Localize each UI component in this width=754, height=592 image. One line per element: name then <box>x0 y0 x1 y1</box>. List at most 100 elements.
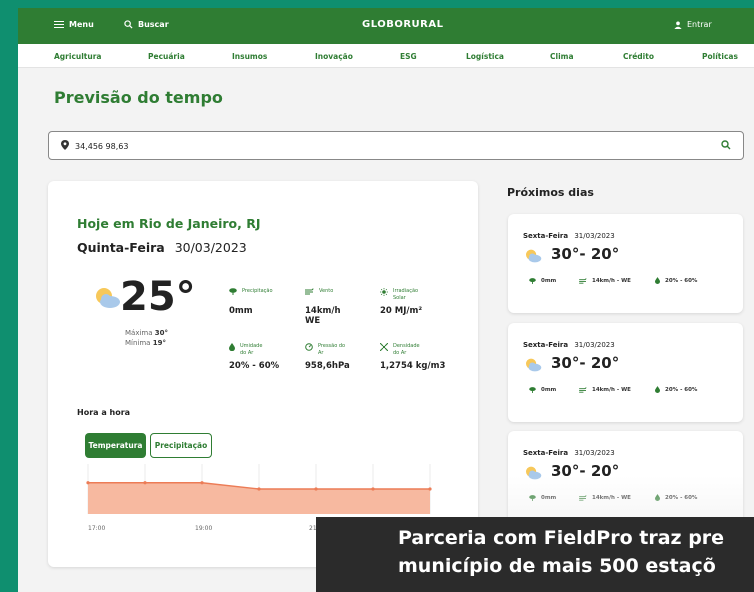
location-search <box>48 131 744 160</box>
wind-icon <box>305 288 314 295</box>
gauge-icon <box>305 343 313 351</box>
nav-item-clima[interactable]: Clima <box>550 52 574 61</box>
tab-precipitacao[interactable]: Precipitação <box>150 433 212 458</box>
drop-icon <box>655 386 660 393</box>
search-label: Buscar <box>138 20 169 29</box>
rain-cloud-icon <box>529 386 536 393</box>
location-pin-icon <box>61 140 69 150</box>
day-temp-range: 30°- 20° <box>551 462 620 480</box>
page-frame: Menu Buscar GLOBORURAL Entrar Agricultur… <box>18 8 754 592</box>
partly-cloudy-icon <box>96 288 120 308</box>
day-card[interactable]: Sexta-Feira 31/03/2023 30°- 20° 0mm 14km… <box>508 323 743 422</box>
metric-precipitation: Precipitação 0mm <box>229 288 309 316</box>
chart-point <box>314 487 318 491</box>
today-forecast-card: Hoje em Rio de Janeiro, RJ Quinta-Feira … <box>48 181 478 567</box>
search-icon <box>124 20 133 29</box>
metric-pressure: Pressão do Ar 958,6hPa <box>305 343 385 371</box>
partly-cloudy-icon <box>526 466 542 480</box>
current-temperature: 25° <box>120 274 196 320</box>
chart-x-tick-label: 17:00 <box>88 525 105 532</box>
sun-icon <box>380 288 388 296</box>
search-submit-icon[interactable] <box>721 140 731 150</box>
day-rain: 0mm <box>541 277 557 284</box>
nav-item-insumos[interactable]: Insumos <box>232 52 267 61</box>
metric-value: 20 MJ/m² <box>380 306 423 316</box>
chart-point <box>371 487 375 491</box>
wind-icon <box>579 386 587 393</box>
search-button[interactable]: Buscar <box>124 20 169 29</box>
rain-cloud-icon <box>529 494 536 501</box>
chart-point <box>200 481 204 485</box>
news-banner[interactable]: Parceria com FieldPro traz pre município… <box>316 517 754 592</box>
day-humidity: 20% - 60% <box>665 277 698 284</box>
nav-item-logistica[interactable]: Logística <box>466 52 504 61</box>
metric-label: Densidade do Ar <box>393 343 420 356</box>
day-wind: 14km/h - WE <box>592 277 631 284</box>
tab-temperatura[interactable]: Temperatura <box>85 433 146 458</box>
menu-label: Menu <box>69 20 94 29</box>
rain-cloud-icon <box>529 277 536 284</box>
drop-icon <box>655 277 660 284</box>
day-wind: 14km/h - WE <box>592 386 631 393</box>
nav-item-pecuaria[interactable]: Pecuária <box>148 52 185 61</box>
metric-density: Densidade do Ar 1,2754 kg/m3 <box>380 343 460 371</box>
metric-value: 0mm <box>229 306 253 316</box>
today-date-value: 30/03/2023 <box>174 240 247 255</box>
metric-value: 20% - 60% <box>229 361 280 371</box>
nav-item-credito[interactable]: Crédito <box>623 52 654 61</box>
metric-label: Precipitação <box>242 288 273 294</box>
banner-headline-line-2: município de mais 500 estaçõ <box>398 555 716 577</box>
chart-point <box>143 481 147 485</box>
site-logo[interactable]: GLOBORURAL <box>362 19 443 30</box>
metric-label: Vento <box>319 288 334 294</box>
nav-item-inovacao[interactable]: Inovação <box>315 52 353 61</box>
metric-humidity: Umidade do Ar 20% - 60% <box>229 343 309 371</box>
login-label: Entrar <box>687 20 712 29</box>
nav-item-politicas[interactable]: Políticas <box>702 52 738 61</box>
day-humidity: 20% - 60% <box>665 386 698 393</box>
day-date: 31/03/2023 <box>574 449 615 457</box>
metric-solar: Irradiação Solar 20 MJ/m² <box>380 288 460 316</box>
nav-item-esg[interactable]: ESG <box>400 52 417 61</box>
metric-wind: Vento 14km/h WE <box>305 288 385 326</box>
density-icon <box>380 343 388 351</box>
metric-value: 958,6hPa <box>305 361 350 371</box>
rain-cloud-icon <box>229 288 237 295</box>
day-card[interactable]: Sexta-Feira 31/03/2023 30°- 20° 0mm 14km… <box>508 431 743 530</box>
min-max-temps: Máxima 30° Mínima 19° <box>125 328 168 348</box>
min-label: Mínima <box>125 339 151 347</box>
chart-point <box>257 487 261 491</box>
today-title: Hoje em Rio de Janeiro, RJ <box>77 216 261 231</box>
login-button[interactable]: Entrar <box>674 20 712 29</box>
next-days-title: Próximos dias <box>507 186 594 199</box>
menu-button[interactable]: Menu <box>54 20 94 29</box>
chart-point <box>86 481 90 485</box>
top-bar: Menu Buscar GLOBORURAL Entrar <box>18 8 754 44</box>
metric-label: Irradiação Solar <box>393 288 419 301</box>
banner-headline-line-1: Parceria com FieldPro traz pre <box>398 527 725 549</box>
today-weekday: Quinta-Feira <box>77 240 165 255</box>
wind-icon <box>579 494 587 501</box>
day-rain: 0mm <box>541 494 557 501</box>
day-card[interactable]: Sexta-Feira 31/03/2023 30°- 20° 0mm 14km… <box>508 214 743 313</box>
drop-icon <box>229 343 235 351</box>
day-rain: 0mm <box>541 386 557 393</box>
category-nav: Agricultura Pecuária Insumos Inovação ES… <box>18 44 754 68</box>
partly-cloudy-icon <box>526 249 542 263</box>
max-label: Máxima <box>125 329 153 337</box>
day-temp-range: 30°- 20° <box>551 354 620 372</box>
day-weekday: Sexta-Feira <box>523 232 569 240</box>
max-value: 30° <box>154 329 169 337</box>
metric-value: 1,2754 kg/m3 <box>380 361 446 371</box>
page-title: Previsão do tempo <box>54 88 223 107</box>
user-icon <box>674 21 682 29</box>
location-input[interactable] <box>75 139 675 153</box>
day-date: 31/03/2023 <box>574 232 615 240</box>
day-weekday: Sexta-Feira <box>523 341 569 349</box>
partly-cloudy-icon <box>526 358 542 372</box>
metric-label: Umidade do Ar <box>240 343 263 356</box>
nav-item-agricultura[interactable]: Agricultura <box>54 52 101 61</box>
day-wind: 14km/h - WE <box>592 494 631 501</box>
chart-point <box>428 487 432 491</box>
day-date: 31/03/2023 <box>574 341 615 349</box>
